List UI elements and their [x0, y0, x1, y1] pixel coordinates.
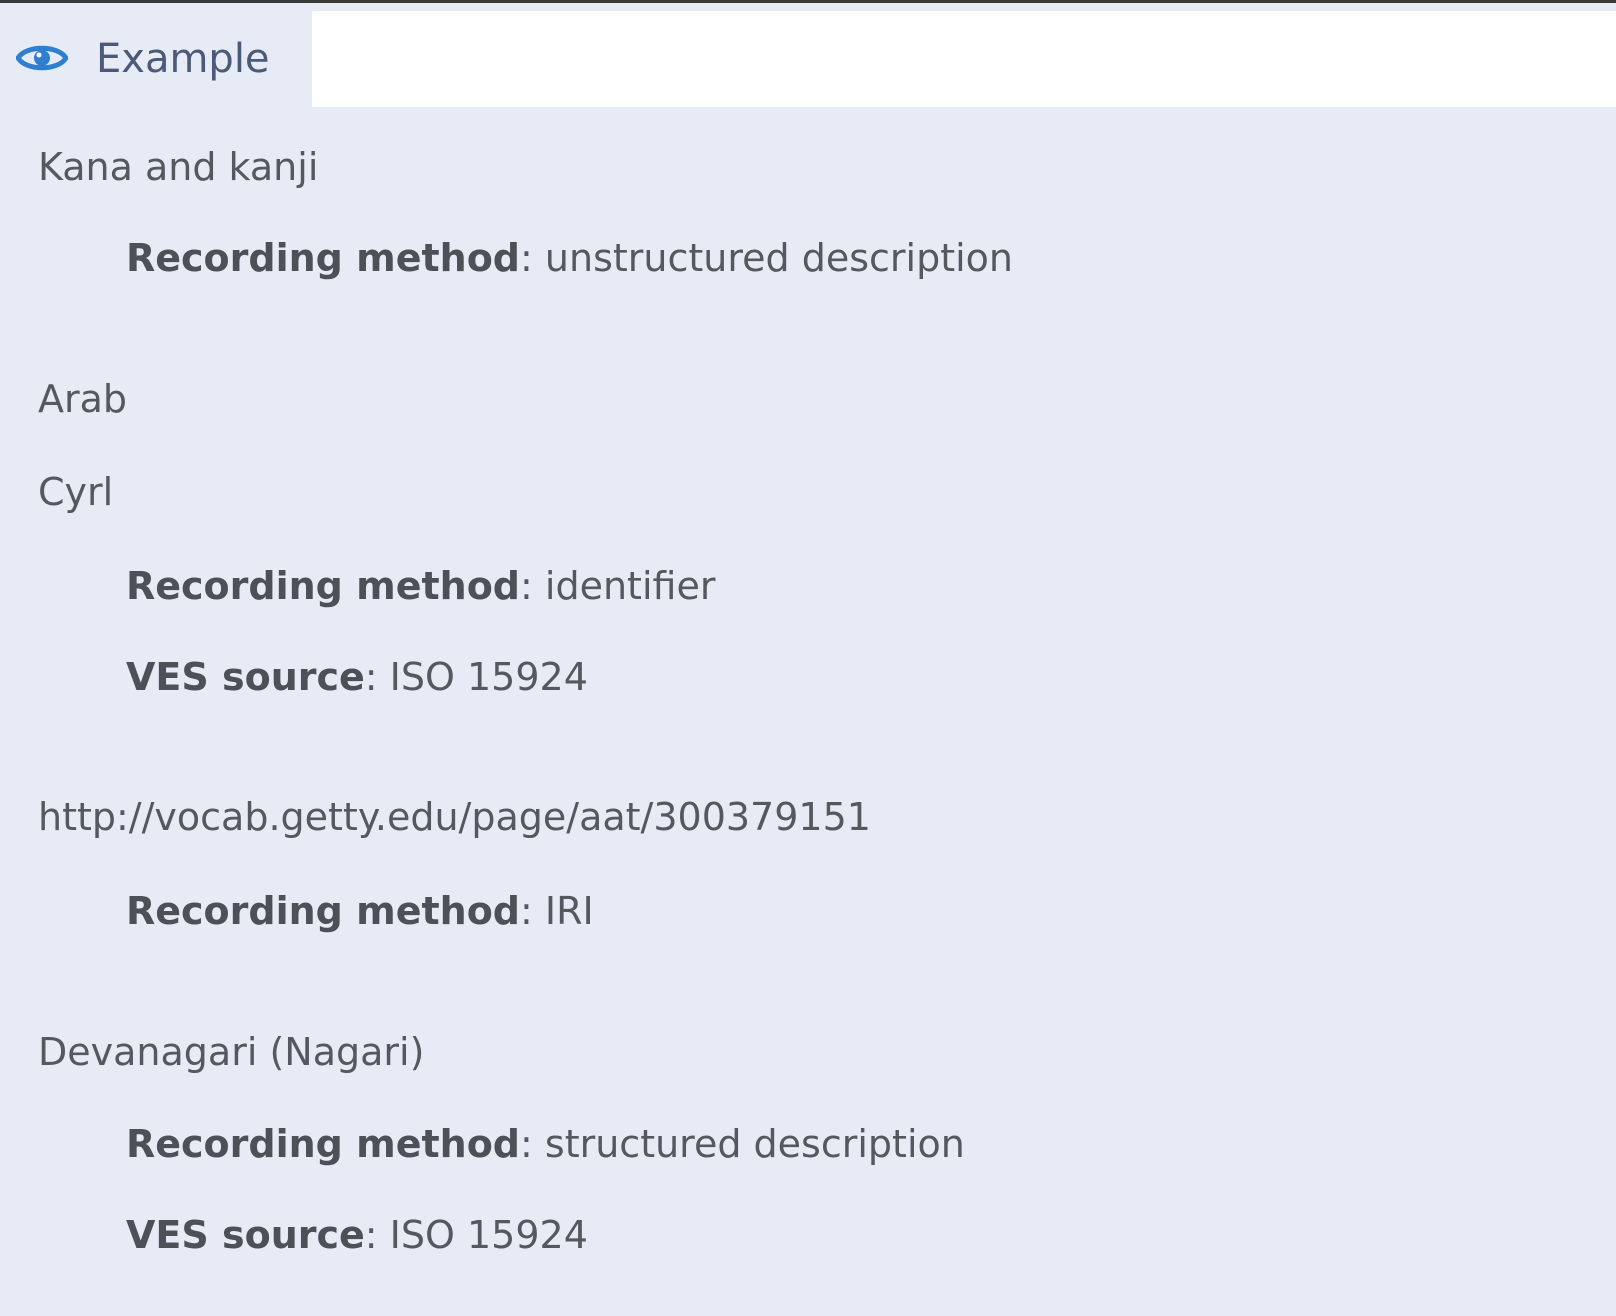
- entry-value: Devanagari (Nagari): [38, 1030, 425, 1074]
- property-value: ISO 15924: [389, 1213, 588, 1257]
- entry-link[interactable]: http://vocab.getty.edu/page/aat/30037915…: [38, 793, 871, 841]
- eye-icon: [16, 45, 68, 71]
- property-key: Recording method: [126, 1122, 521, 1166]
- property-line: VES source: ISO 15924: [126, 653, 588, 701]
- tab-label: Example: [96, 36, 270, 82]
- property-separator: :: [364, 655, 390, 699]
- property-key: VES source: [126, 655, 365, 699]
- property-line: Recording method: unstructured descripti…: [126, 234, 1013, 282]
- property-line: Recording method: structured description: [126, 1120, 965, 1168]
- property-separator: :: [520, 236, 545, 280]
- property-separator: :: [364, 1213, 390, 1257]
- property-key: Recording method: [126, 889, 521, 933]
- entry-value: Arab: [38, 377, 128, 421]
- property-separator: :: [520, 564, 545, 608]
- property-line: VES source: ISO 15924: [126, 1211, 588, 1259]
- tab-strip-background: [312, 11, 1616, 107]
- property-line: Recording method: IRI: [126, 887, 594, 935]
- example-panel: Example Kana and kanji Recording method:…: [0, 0, 1616, 1316]
- property-value: unstructured description: [544, 236, 1014, 280]
- tab-example[interactable]: Example: [0, 11, 312, 107]
- property-value: identifier: [544, 564, 716, 608]
- entry-value: Cyrl: [38, 470, 114, 514]
- property-value: ISO 15924: [389, 655, 588, 699]
- property-value: IRI: [544, 889, 594, 933]
- tab-strip: Example: [0, 11, 1616, 107]
- property-key: Recording method: [126, 236, 521, 280]
- property-key: VES source: [126, 1213, 365, 1257]
- property-value: structured description: [544, 1122, 965, 1166]
- property-line: Recording method: identifier: [126, 562, 715, 610]
- entry-value: Kana and kanji: [38, 145, 319, 189]
- property-separator: :: [520, 1122, 545, 1166]
- property-key: Recording method: [126, 564, 521, 608]
- property-separator: :: [520, 889, 545, 933]
